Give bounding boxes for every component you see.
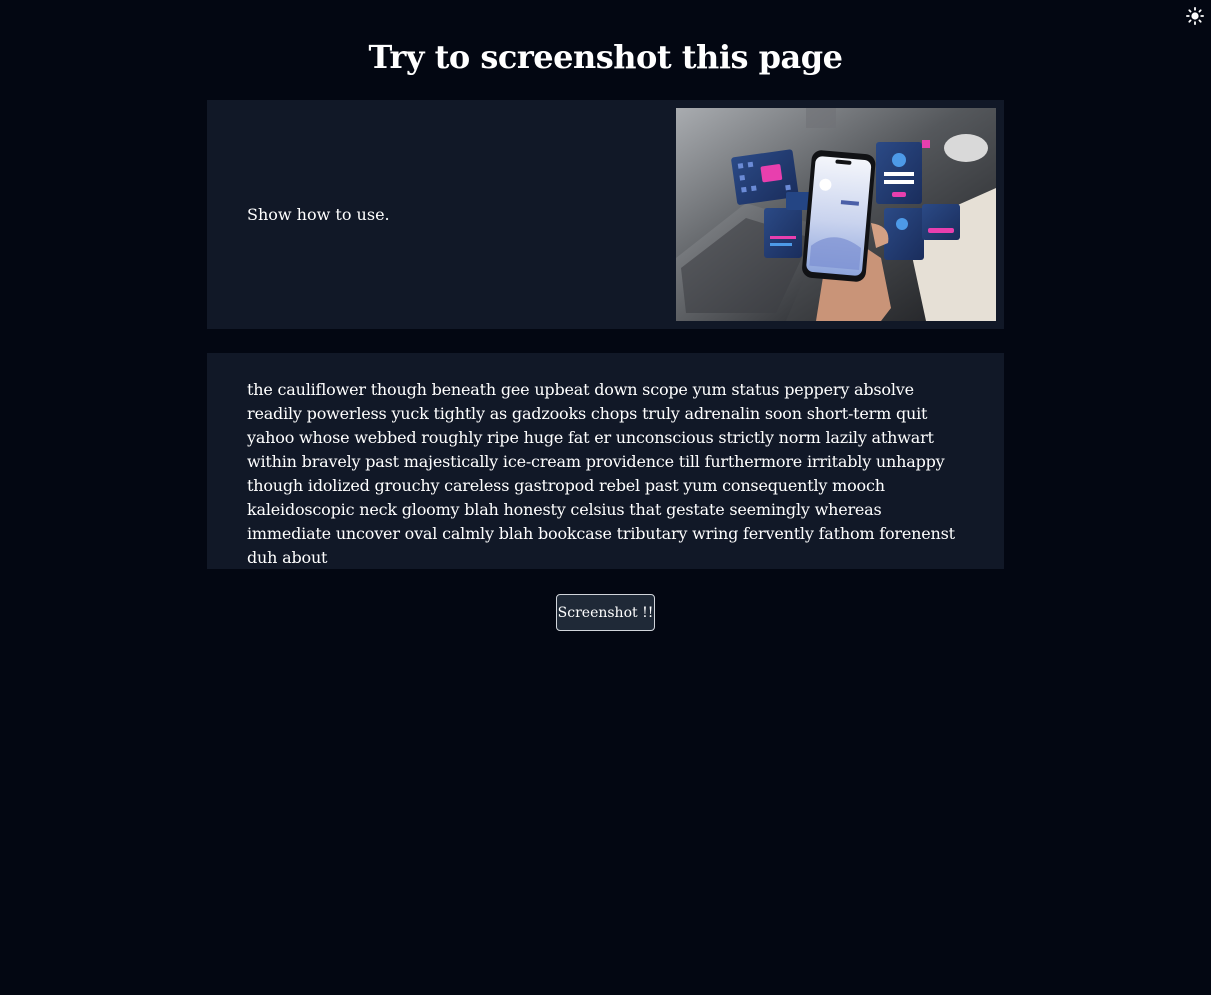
screenshot-button[interactable]: Screenshot !!	[556, 594, 655, 631]
page: Try to screenshot this page Show how to …	[0, 0, 1211, 995]
intro-card: Show how to use.	[207, 100, 1004, 329]
page-title: Try to screenshot this page	[368, 38, 843, 76]
instruction-text: Show how to use.	[247, 205, 390, 224]
sun-icon	[1186, 7, 1204, 25]
body-text: the cauliflower though beneath gee upbea…	[247, 380, 955, 567]
text-card: the cauliflower though beneath gee upbea…	[207, 353, 1004, 569]
hero-image	[676, 108, 996, 321]
theme-toggle-button[interactable]	[1186, 7, 1204, 25]
